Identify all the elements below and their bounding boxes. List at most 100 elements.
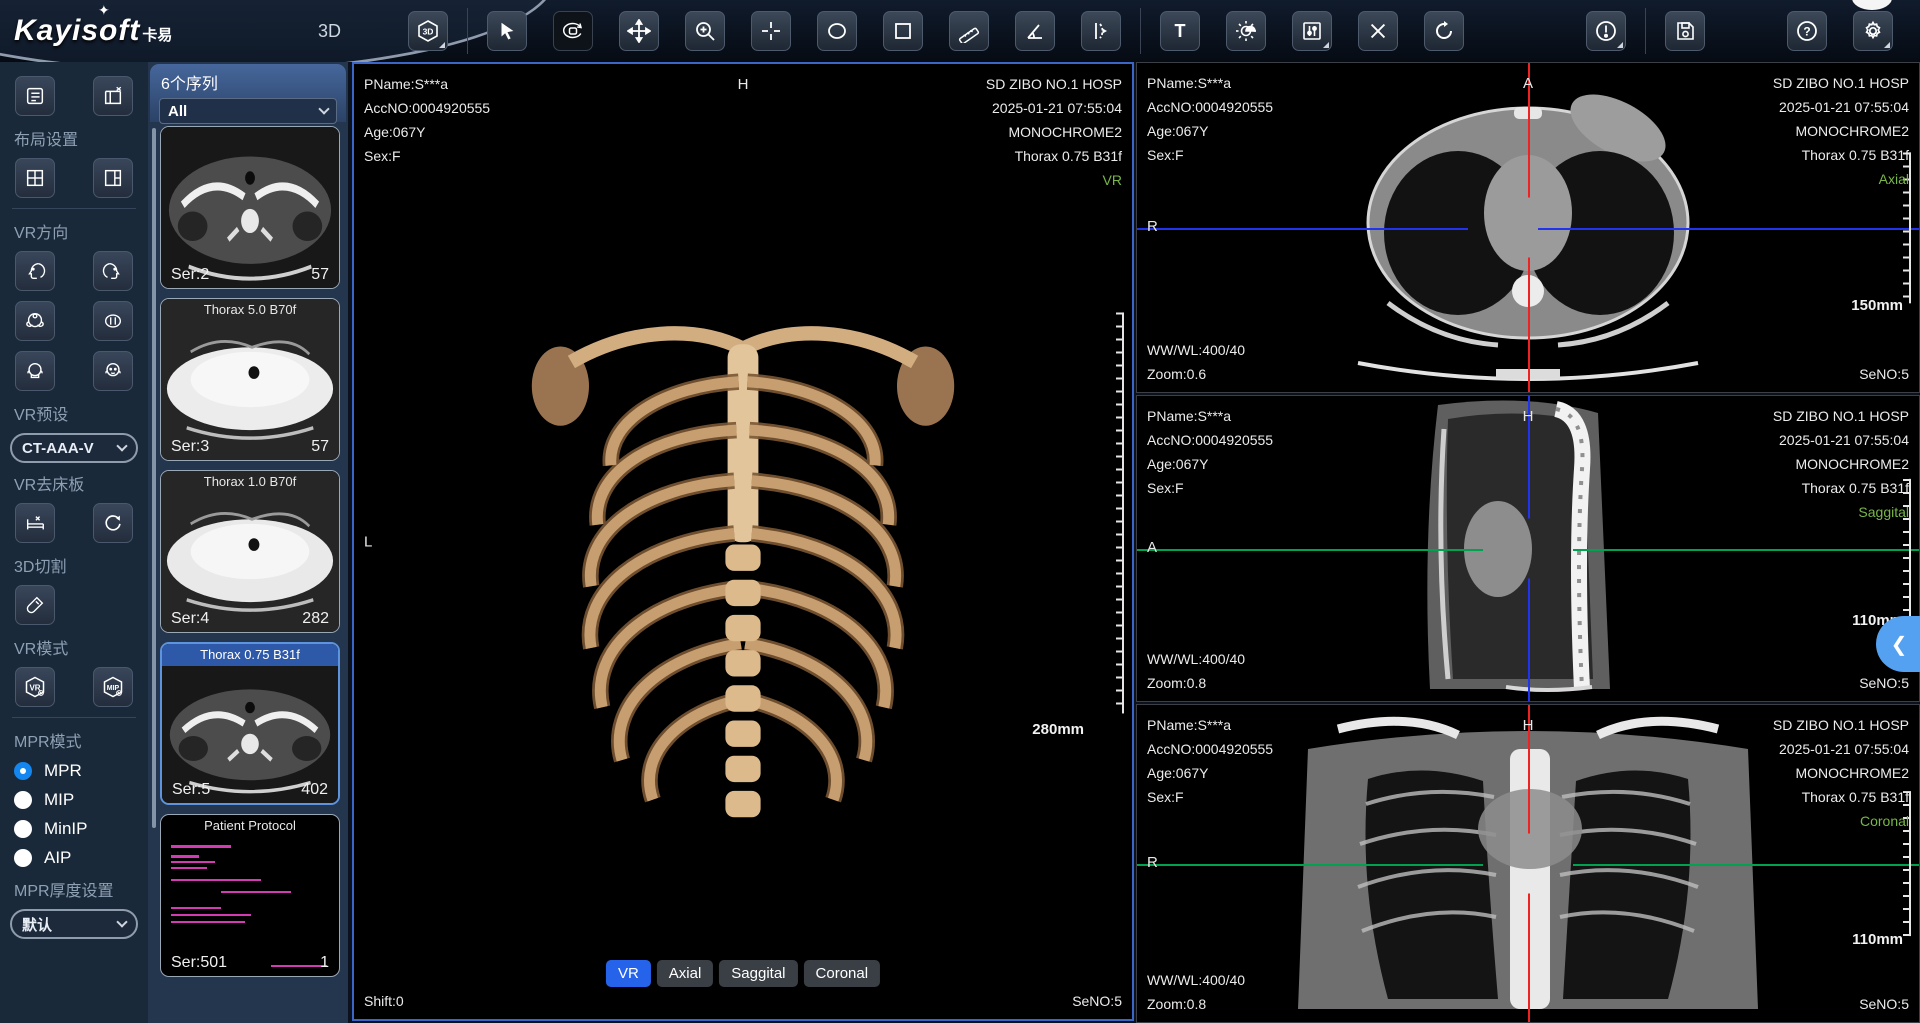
- photometric: MONOCHROME2: [1773, 119, 1909, 143]
- axial-viewport[interactable]: PName:S***a AccNO:0004920555 Age:067Y Se…: [1136, 62, 1920, 393]
- mpr-radio-minip[interactable]: MinIP: [14, 819, 134, 839]
- series-count-label: 6个序列: [161, 70, 337, 94]
- head-left-view-button[interactable]: [15, 251, 55, 291]
- series-title: Patient Protocol: [161, 815, 339, 837]
- app-logo: ✦ Kayisoft 卡易: [14, 14, 172, 48]
- cursor-tool-button[interactable]: [487, 11, 527, 51]
- remove-bed-button[interactable]: [15, 503, 55, 543]
- patient-name: PName:S***a: [1147, 404, 1273, 428]
- hospital-name: SD ZIBO NO.1 HOSP: [986, 72, 1122, 96]
- series-panel-toggle-button[interactable]: [15, 76, 55, 116]
- series-number: Ser:5: [172, 781, 210, 799]
- series-thumbnail-ser3[interactable]: Thorax 5.0 B70f Ser:3 57: [160, 298, 340, 461]
- help-button[interactable]: ?: [1787, 11, 1827, 51]
- view-mode-label: VR: [986, 168, 1122, 192]
- patient-sex: Sex:F: [1147, 143, 1273, 167]
- caret-icon: [1323, 42, 1329, 48]
- levels-button[interactable]: [1292, 11, 1332, 51]
- series-thumbnail-ser2[interactable]: Ser:2 57: [160, 126, 340, 289]
- layout-settings-label: 布局设置: [14, 126, 136, 150]
- head-inferior-view-button[interactable]: [93, 301, 133, 341]
- report-button[interactable]: [1586, 11, 1626, 51]
- patient-age: Age:067Y: [1147, 452, 1273, 476]
- orientation-marker-left: A: [1147, 539, 1157, 556]
- head-anterior-view-button[interactable]: [93, 351, 133, 391]
- series-no-indicator: SeNO:5: [1859, 992, 1909, 1016]
- ruler-tool-button[interactable]: [949, 11, 989, 51]
- rectangle-tool-button[interactable]: [883, 11, 923, 51]
- app-window: ✦ Kayisoft 卡易 3D 3D: [0, 0, 1920, 1023]
- svg-text:T: T: [1175, 21, 1186, 41]
- layout-grid-2x2-button[interactable]: [15, 158, 55, 198]
- vr-view-button[interactable]: VR: [606, 960, 651, 987]
- view-plane-label: Saggital: [1773, 500, 1909, 524]
- study-datetime: 2025-01-21 07:55:04: [986, 96, 1122, 120]
- rotate-3d-tool-button[interactable]: [553, 11, 593, 51]
- crosshair-horizontal-blue[interactable]: [1137, 228, 1919, 230]
- report-panel-toggle-button[interactable]: [93, 76, 133, 116]
- coronal-view-button[interactable]: Coronal: [804, 960, 881, 987]
- crosshair-horizontal-green[interactable]: [1137, 549, 1919, 551]
- patient-sex: Sex:F: [1147, 476, 1273, 500]
- scale-label: 280mm: [1032, 721, 1084, 738]
- crosshair-tool-button[interactable]: [751, 11, 791, 51]
- orientation-marker-top: H: [1523, 717, 1534, 734]
- series-thumbnail-ser501[interactable]: Patient Protocol Ser:501 1: [160, 814, 340, 977]
- series-scrollbar[interactable]: [152, 128, 156, 828]
- study-info-block: SD ZIBO NO.1 HOSP 2025-01-21 07:55:04 MO…: [1773, 713, 1909, 833]
- scale-ruler: [1116, 312, 1124, 713]
- photometric: MONOCHROME2: [986, 120, 1122, 144]
- crosshair-horizontal-green[interactable]: [1137, 864, 1919, 866]
- scalpel-cut-button[interactable]: [15, 585, 55, 625]
- cobb-angle-tool-button[interactable]: [1081, 11, 1121, 51]
- brightness-button[interactable]: [1226, 11, 1266, 51]
- bed-reset-button[interactable]: [93, 503, 133, 543]
- head-right-view-button[interactable]: [93, 251, 133, 291]
- ellipse-tool-button[interactable]: [817, 11, 857, 51]
- mpr-thickness-label: MPR厚度设置: [14, 877, 136, 901]
- coronal-viewport[interactable]: PName:S***a AccNO:0004920555 Age:067Y Se…: [1136, 704, 1920, 1023]
- save-button[interactable]: [1665, 11, 1705, 51]
- svg-text:?: ?: [1803, 25, 1810, 39]
- series-filter-select[interactable]: All: [159, 98, 337, 124]
- series-title: Thorax 1.0 B70f: [161, 471, 339, 493]
- saggital-view-button[interactable]: Saggital: [719, 960, 797, 987]
- head-superior-view-button[interactable]: [15, 301, 55, 341]
- head-posterior-view-button[interactable]: [15, 351, 55, 391]
- mpr-thickness-select[interactable]: 默认: [10, 909, 138, 939]
- 3d-cube-button[interactable]: 3D: [408, 11, 448, 51]
- image-count: 282: [302, 610, 329, 628]
- series-no-indicator: SeNO:5: [1072, 989, 1122, 1013]
- accession-number: AccNO:0004920555: [1147, 428, 1273, 452]
- image-count: 1: [320, 954, 329, 972]
- mpr-radio-mpr[interactable]: MPR: [14, 761, 134, 781]
- patient-sex: Sex:F: [1147, 785, 1273, 809]
- mpr-radio-mip[interactable]: MIP: [14, 790, 134, 810]
- svg-text:3D: 3D: [423, 27, 434, 37]
- caret-icon: [1884, 42, 1890, 48]
- caret-icon: [1617, 42, 1623, 48]
- reset-button[interactable]: [1424, 11, 1464, 51]
- settings-button[interactable]: [1853, 11, 1893, 51]
- series-filter-value: All: [168, 103, 187, 120]
- vr-viewport[interactable]: PName:S***a AccNO:0004920555 Age:067Y Se…: [352, 62, 1134, 1021]
- axial-view-button[interactable]: Axial: [657, 960, 714, 987]
- delete-annotation-button[interactable]: [1358, 11, 1398, 51]
- hospital-name: SD ZIBO NO.1 HOSP: [1773, 713, 1909, 737]
- series-thumbnail-ser4[interactable]: Thorax 1.0 B70f Ser:4 282: [160, 470, 340, 633]
- series-no-indicator: SeNO:5: [1859, 362, 1909, 386]
- vr-preset-value: CT-AAA-V: [22, 440, 94, 457]
- angle-tool-button[interactable]: [1015, 11, 1055, 51]
- layout-main-right-button[interactable]: [93, 158, 133, 198]
- pan-tool-button[interactable]: [619, 11, 659, 51]
- vr-preset-select[interactable]: CT-AAA-V: [10, 433, 138, 463]
- zoom-factor: Zoom:0.8: [1147, 671, 1245, 695]
- vr-mode-vr-button[interactable]: VR: [15, 667, 55, 707]
- zoom-tool-button[interactable]: [685, 11, 725, 51]
- series-thumbnail-ser5-selected[interactable]: Thorax 0.75 B31f Ser:5 402: [160, 642, 340, 805]
- mpr-radio-aip[interactable]: AIP: [14, 848, 134, 868]
- vr-mode-mip-button[interactable]: MIP: [93, 667, 133, 707]
- image-count: 402: [301, 781, 328, 799]
- saggital-viewport[interactable]: PName:S***a AccNO:0004920555 Age:067Y Se…: [1136, 395, 1920, 702]
- text-annotation-button[interactable]: T: [1160, 11, 1200, 51]
